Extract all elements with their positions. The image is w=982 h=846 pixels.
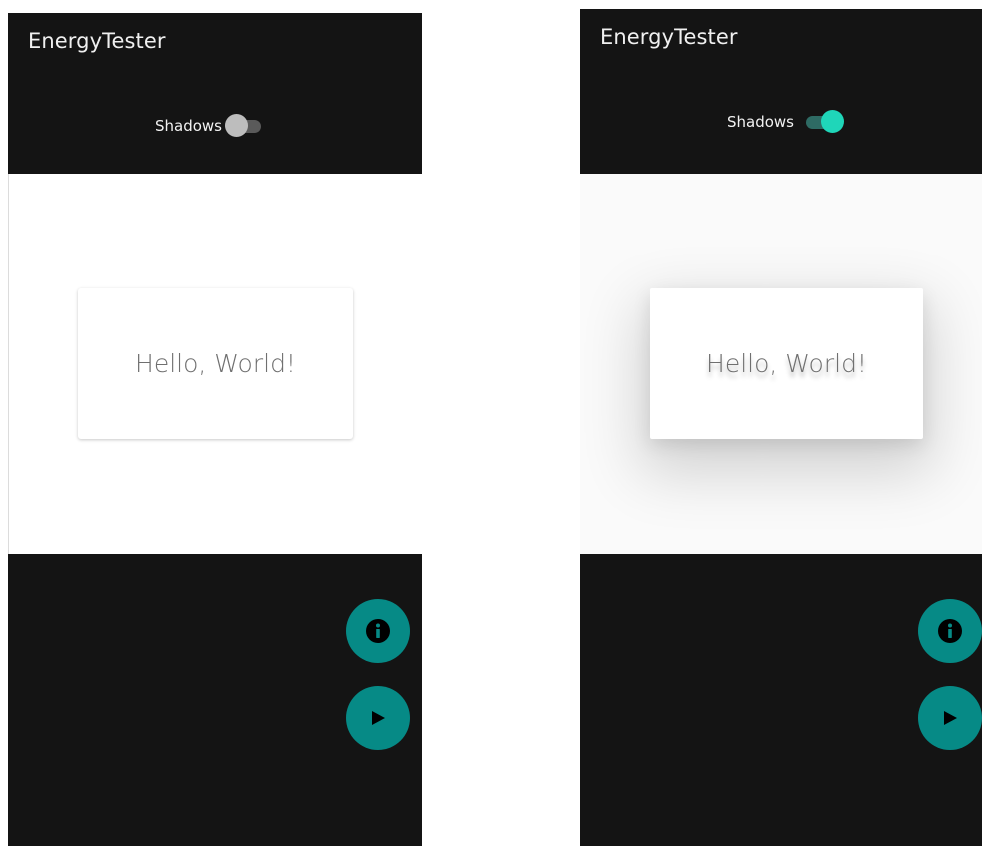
- info-button[interactable]: [918, 599, 982, 663]
- shadows-toggle-label: Shadows: [727, 113, 795, 131]
- shadows-switch[interactable]: [806, 109, 845, 135]
- switch-thumb: [821, 110, 845, 133]
- app-title: EnergyTester: [600, 25, 738, 49]
- shadows-toggle-row: Shadows: [155, 113, 263, 139]
- card-text: Hello, World!: [135, 349, 296, 378]
- content-area: Hello, World!: [8, 174, 422, 554]
- hello-card: Hello, World!: [78, 288, 353, 439]
- card-text: Hello, World!: [706, 349, 867, 378]
- play-button[interactable]: [346, 686, 410, 750]
- info-icon: [366, 619, 390, 643]
- info-icon: [938, 619, 962, 643]
- shadows-toggle-label: Shadows: [155, 117, 223, 135]
- play-icon: [944, 711, 957, 725]
- app-title: EnergyTester: [28, 29, 166, 53]
- play-icon: [372, 711, 385, 725]
- switch-thumb: [225, 114, 249, 137]
- shadows-toggle-row: Shadows: [727, 109, 845, 135]
- screen-shadows-off: EnergyTester Shadows Hello, World!: [8, 13, 422, 846]
- screen-shadows-on: EnergyTester Shadows Hello, World!: [580, 9, 982, 846]
- shadows-switch[interactable]: [225, 113, 263, 139]
- info-button[interactable]: [346, 599, 410, 663]
- content-area: Hello, World!: [580, 174, 982, 554]
- hello-card: Hello, World!: [650, 288, 923, 439]
- play-button[interactable]: [918, 686, 982, 750]
